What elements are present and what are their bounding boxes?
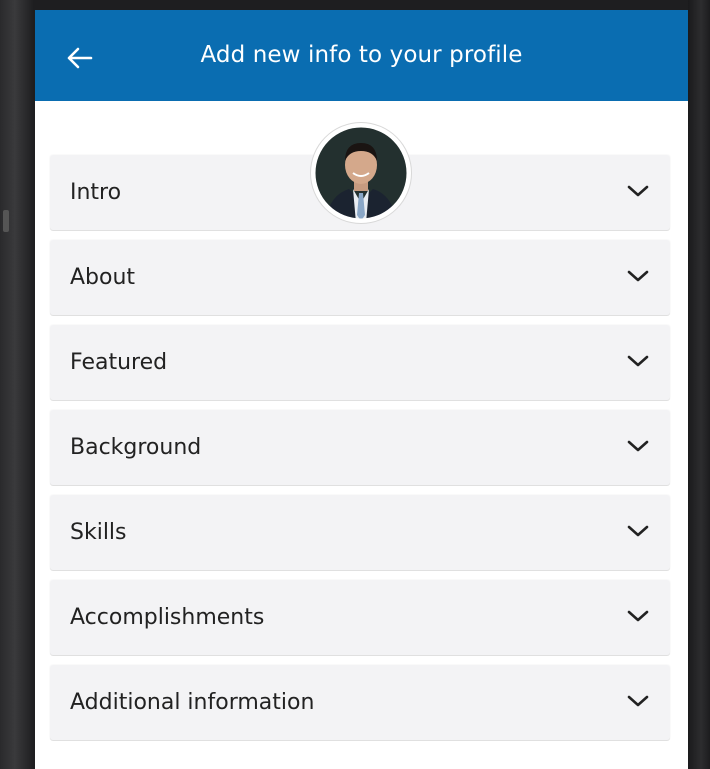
section-about[interactable]: About xyxy=(50,240,670,315)
chevron-down-icon xyxy=(627,270,649,282)
section-label: Additional information xyxy=(70,690,315,715)
chevron-down-icon xyxy=(627,440,649,452)
section-label: Skills xyxy=(70,520,127,545)
device-bezel-right xyxy=(688,0,710,769)
device-bezel-left xyxy=(0,0,33,769)
screen: Add new info to your profile Intro About… xyxy=(35,10,688,769)
section-additional-information[interactable]: Additional information xyxy=(50,665,670,740)
device-side-button xyxy=(3,210,9,232)
chevron-down-icon xyxy=(627,525,649,537)
profile-section-list: Intro About Featured Background Skills A… xyxy=(50,155,670,750)
section-featured[interactable]: Featured xyxy=(50,325,670,400)
section-label: Intro xyxy=(70,180,122,205)
section-accomplishments[interactable]: Accomplishments xyxy=(50,580,670,655)
page-title: Add new info to your profile xyxy=(200,42,523,68)
profile-photo xyxy=(312,124,410,222)
section-label: Featured xyxy=(70,350,168,375)
section-label: About xyxy=(70,265,136,290)
chevron-down-icon xyxy=(627,610,649,622)
section-skills[interactable]: Skills xyxy=(50,495,670,570)
avatar[interactable] xyxy=(311,123,411,223)
chevron-down-icon xyxy=(627,185,649,197)
section-label: Background xyxy=(70,435,202,460)
section-label: Accomplishments xyxy=(70,605,265,630)
chevron-down-icon xyxy=(627,355,649,367)
app-bar: Add new info to your profile xyxy=(35,10,688,101)
section-background[interactable]: Background xyxy=(50,410,670,485)
chevron-down-icon xyxy=(627,695,649,707)
device-frame: Add new info to your profile Intro About… xyxy=(0,0,710,769)
